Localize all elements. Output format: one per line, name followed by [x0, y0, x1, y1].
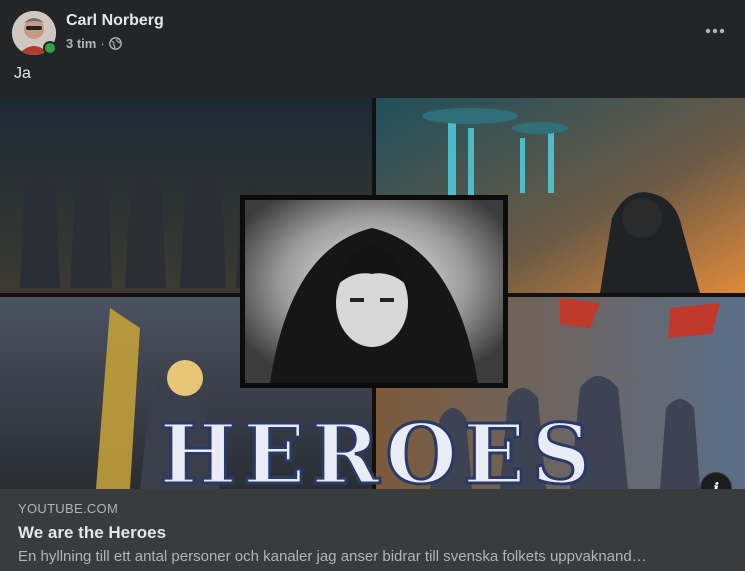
author-name[interactable]: Carl Norberg	[66, 12, 164, 30]
video-thumbnail[interactable]: HEROES	[0, 98, 745, 489]
link-description: En hyllning till ett antal personer och …	[18, 548, 647, 565]
post-meta: 3 tim ·	[66, 36, 122, 51]
more-options-icon[interactable]	[700, 16, 730, 46]
link-title[interactable]: We are the Heroes	[18, 523, 166, 543]
post-card: Carl Norberg 3 tim · Ja HEROES i YOUTUBE…	[0, 0, 745, 571]
link-preview[interactable]: YOUTUBE.COM We are the Heroes En hyllnin…	[0, 489, 745, 571]
globe-icon	[108, 37, 122, 50]
post-timestamp[interactable]: 3 tim	[66, 36, 96, 51]
meta-separator: ·	[100, 36, 105, 51]
post-text: Ja	[14, 65, 31, 82]
online-status-dot	[43, 41, 57, 55]
link-domain: YOUTUBE.COM	[18, 501, 119, 516]
post-header: Carl Norberg 3 tim ·	[0, 0, 745, 60]
thumbnail-title-text: HEROES	[159, 407, 596, 489]
